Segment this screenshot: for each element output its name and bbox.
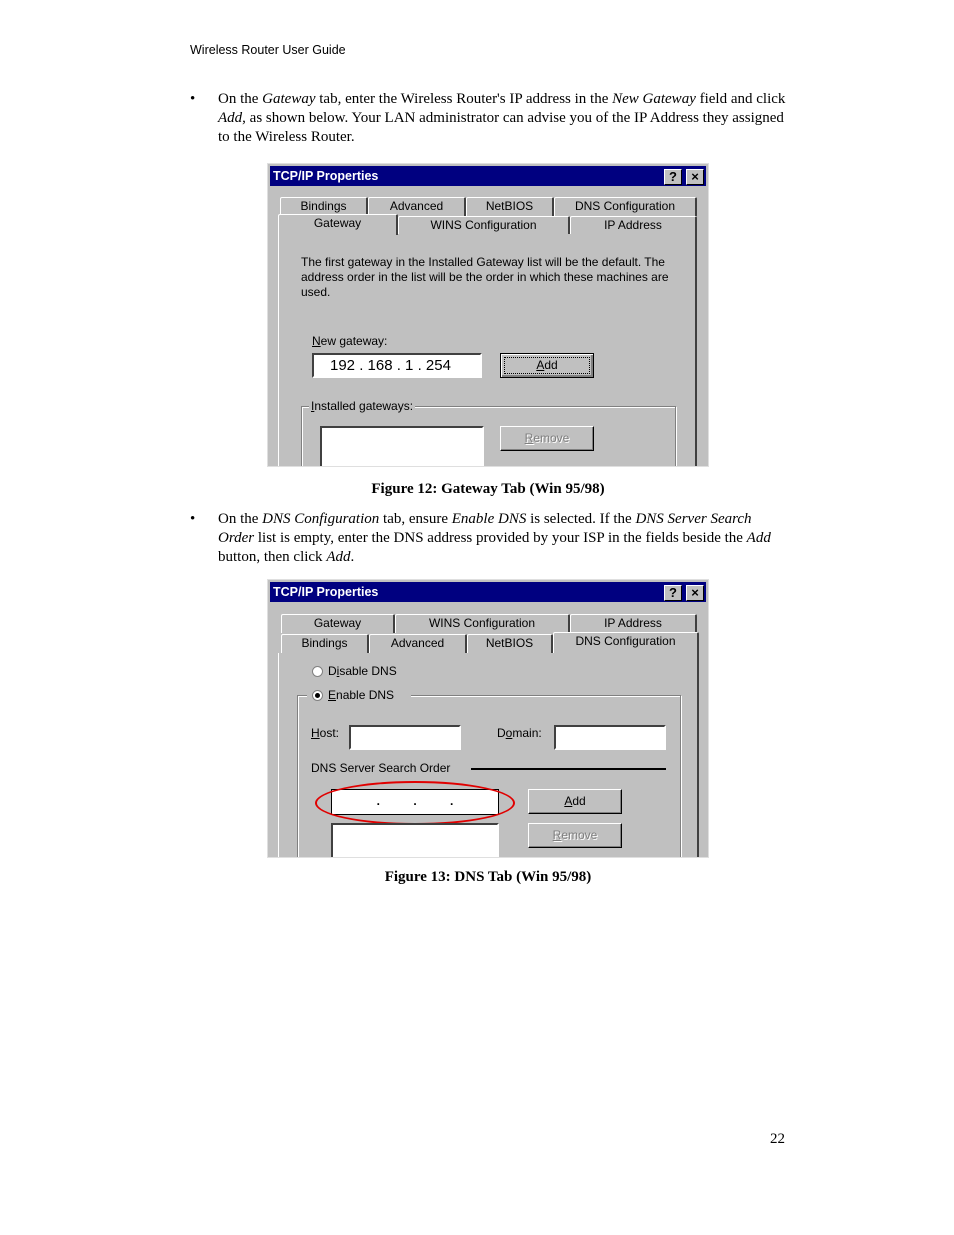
- figure-12-caption: Figure 12: Gateway Tab (Win 95/98): [371, 481, 605, 497]
- gateway-description: The first gateway in the Installed Gatew…: [301, 255, 669, 299]
- installed-gateways-list[interactable]: [320, 426, 484, 466]
- running-header: Wireless Router User Guide: [190, 43, 346, 57]
- instruction-text: On the Gateway tab, enter the Wireless R…: [218, 91, 786, 145]
- enable-dns-radio[interactable]: [312, 690, 323, 701]
- domain-input[interactable]: [554, 725, 666, 750]
- add-button[interactable]: Add: [528, 789, 622, 814]
- disable-dns-radio[interactable]: [312, 666, 323, 677]
- bullet-marker: •: [190, 511, 196, 527]
- host-input[interactable]: [349, 725, 461, 750]
- page-number: 22: [770, 1131, 785, 1147]
- tab-dns-configuration[interactable]: DNS Configuration: [553, 632, 699, 653]
- tab-ip-address[interactable]: IP Address: [570, 216, 697, 235]
- dialog-title: TCP/IP Properties: [273, 169, 379, 183]
- new-gateway-label: New gateway:: [312, 334, 388, 348]
- gateway-tab-panel: The first gateway in the Installed Gatew…: [278, 234, 697, 466]
- tab-advanced[interactable]: Advanced: [369, 634, 467, 653]
- highlight-ellipse: [315, 781, 515, 825]
- close-button[interactable]: ×: [686, 169, 704, 185]
- tab-gateway[interactable]: Gateway: [278, 214, 398, 235]
- remove-button[interactable]: Remove: [528, 823, 622, 848]
- search-order-divider: [471, 768, 666, 770]
- remove-button[interactable]: Remove: [500, 426, 594, 451]
- dns-search-order-label: DNS Server Search Order: [311, 761, 451, 775]
- tab-netbios[interactable]: NetBIOS: [467, 634, 553, 653]
- close-button[interactable]: ×: [686, 585, 704, 601]
- installed-gateways-label: Installed gateways:: [309, 399, 416, 413]
- tab-netbios[interactable]: NetBIOS: [466, 197, 554, 216]
- tab-wins-configuration[interactable]: WINS Configuration: [395, 614, 570, 633]
- host-label: Host:: [311, 726, 340, 740]
- instruction-text: On the DNS Configuration tab, ensure Ena…: [218, 511, 771, 565]
- domain-label: Domain:: [497, 726, 542, 740]
- dialog-title: TCP/IP Properties: [273, 585, 379, 599]
- add-button[interactable]: Add: [500, 353, 594, 378]
- new-gateway-input[interactable]: 192 . 168 . 1 . 254: [312, 353, 482, 378]
- help-button[interactable]: ?: [664, 169, 682, 185]
- tab-ip-address[interactable]: IP Address: [570, 614, 697, 633]
- tab-gateway[interactable]: Gateway: [281, 614, 395, 633]
- dns-server-list[interactable]: [331, 823, 499, 857]
- help-button[interactable]: ?: [664, 585, 682, 601]
- dialog-titlebar: TCP/IP Properties ? ×: [270, 166, 706, 186]
- focus-rect: [504, 357, 590, 374]
- tab-dns-configuration[interactable]: DNS Configuration: [554, 197, 697, 216]
- enable-dns-label[interactable]: Enable DNS: [328, 688, 394, 702]
- dns-tab-panel: Disable DNS Enable DNS Host: Domain: DNS…: [278, 653, 699, 857]
- dns-dialog: TCP/IP Properties ? × Gateway WINS Confi…: [267, 579, 709, 858]
- figure-13-caption: Figure 13: DNS Tab (Win 95/98): [384, 869, 592, 885]
- dialog-titlebar: TCP/IP Properties ? ×: [270, 582, 706, 602]
- gateway-dialog: TCP/IP Properties ? × Bindings Advanced …: [267, 163, 709, 467]
- tab-wins-configuration[interactable]: WINS Configuration: [398, 216, 570, 235]
- disable-dns-label[interactable]: Disable DNS: [328, 664, 397, 678]
- bullet-marker: •: [190, 91, 196, 107]
- tab-bindings[interactable]: Bindings: [281, 634, 369, 653]
